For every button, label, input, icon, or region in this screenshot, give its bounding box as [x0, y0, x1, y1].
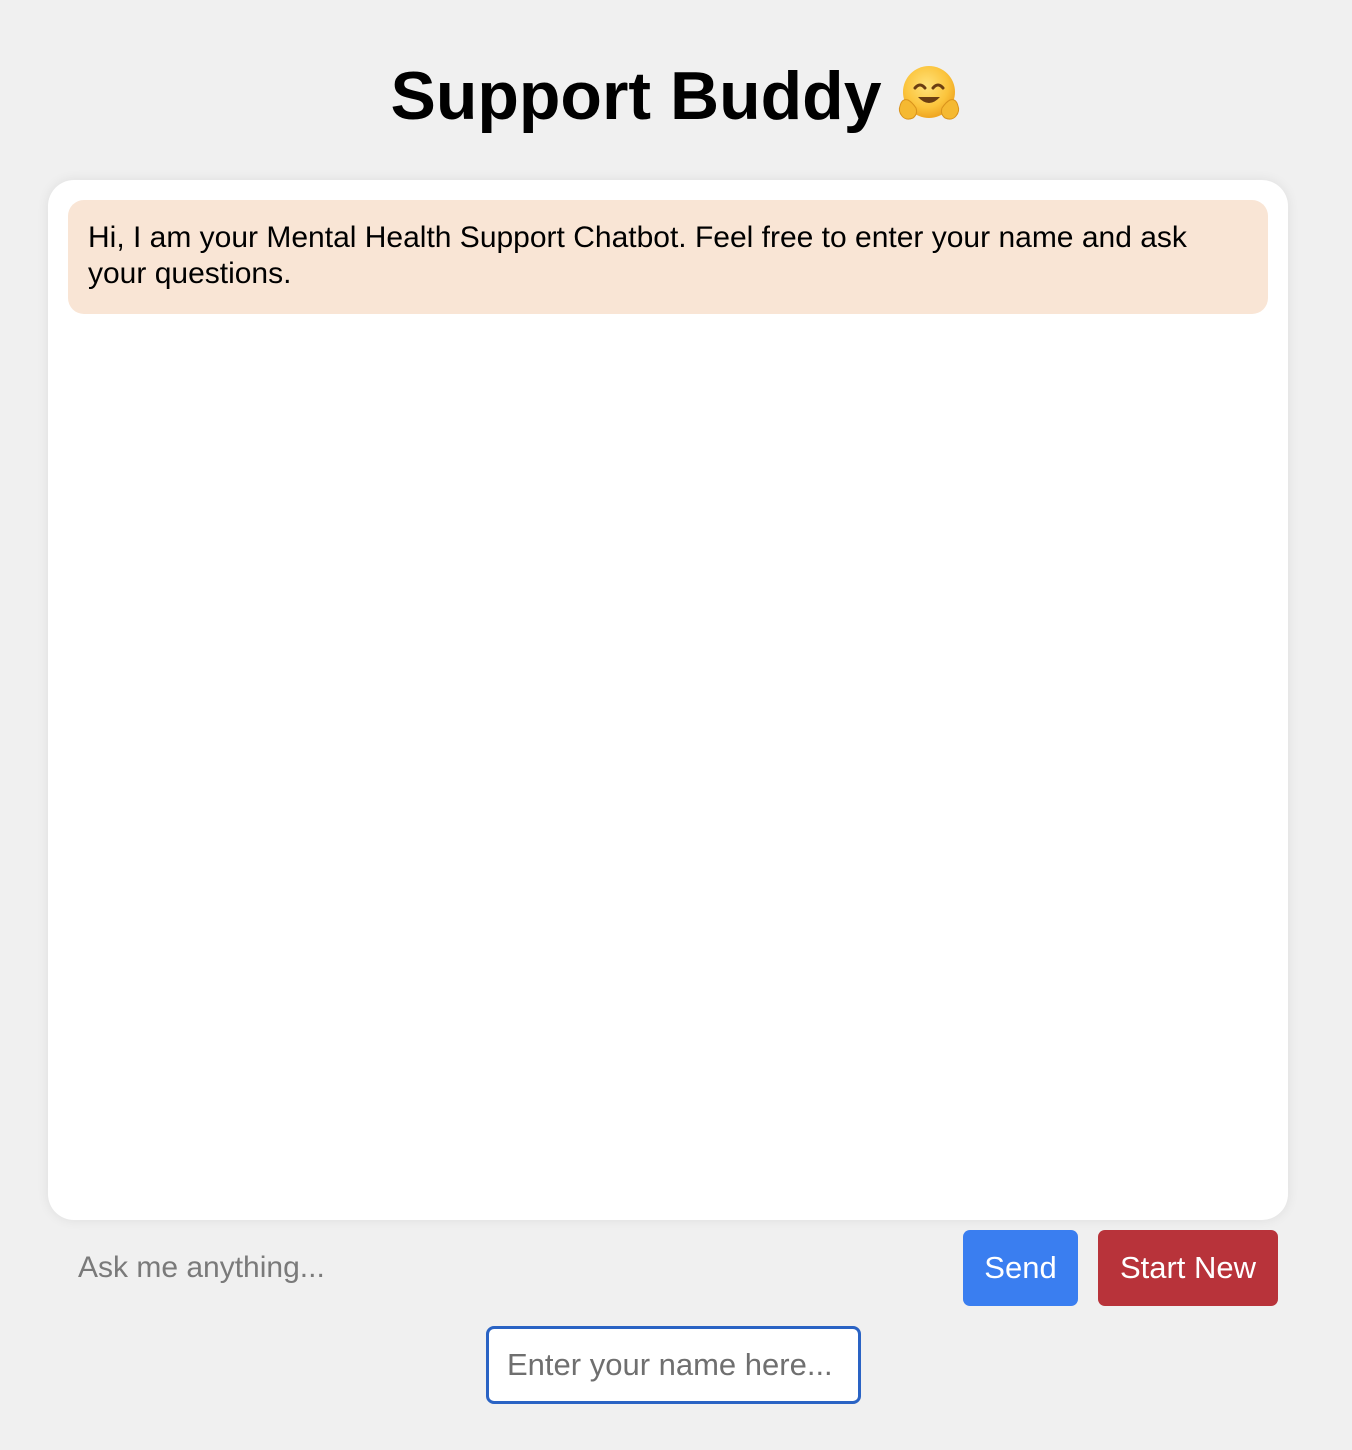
page-title: Support Buddy — [0, 56, 1352, 136]
page-title-text: Support Buddy — [390, 58, 882, 134]
start-new-button[interactable]: Start New — [1098, 1230, 1278, 1306]
message-input[interactable] — [58, 1232, 938, 1304]
bot-message: Hi, I am your Mental Health Support Chat… — [68, 200, 1268, 314]
hugging-face-icon — [898, 66, 959, 120]
send-button[interactable]: Send — [963, 1230, 1078, 1306]
chat-window[interactable]: Hi, I am your Mental Health Support Chat… — [48, 180, 1288, 1220]
name-input[interactable] — [486, 1326, 861, 1404]
